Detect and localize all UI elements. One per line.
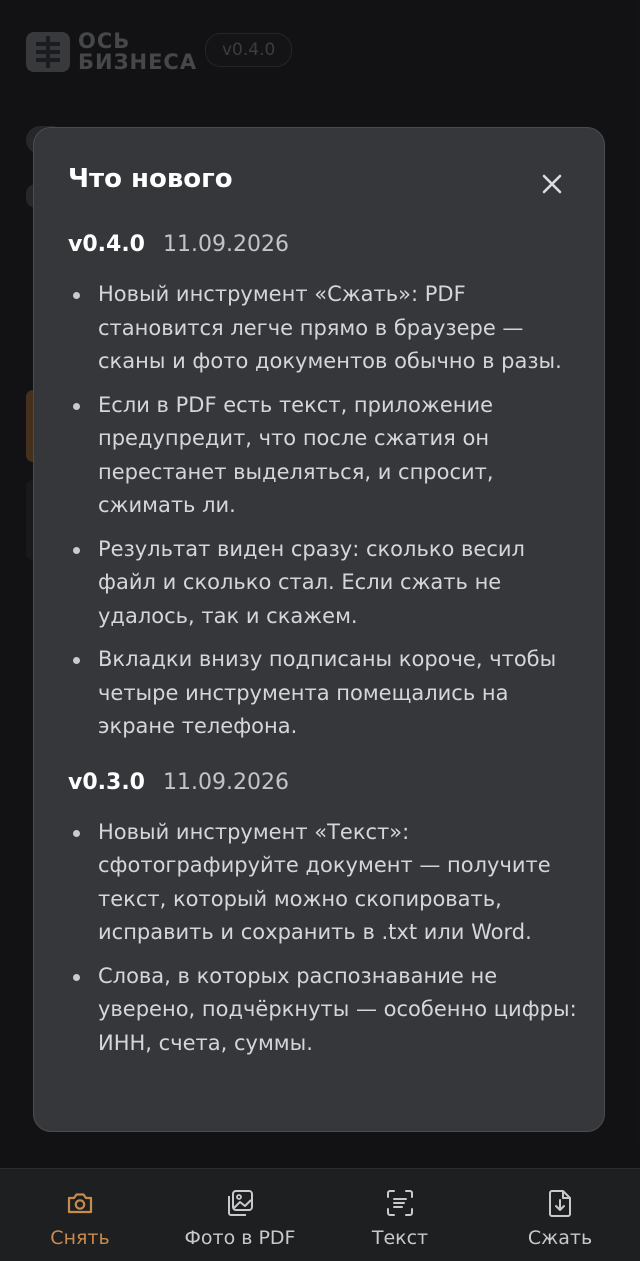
photo-pdf-icon — [228, 1190, 253, 1216]
release-header: v0.4.0 11.09.2026 — [68, 232, 578, 266]
release-header: v0.3.0 11.09.2026 — [68, 770, 578, 804]
nav-label: Текст — [371, 1227, 429, 1249]
compress-file-icon — [549, 1190, 571, 1217]
nav-item-compress[interactable]: Сжать — [480, 1169, 640, 1261]
release-note: Результат виден сразу: сколько весил фай… — [68, 533, 578, 634]
nav-label: Сжать — [527, 1227, 593, 1249]
camera-icon — [67, 1193, 93, 1214]
bottom-nav: Снять Фото в PDF Текст Сжать — [0, 1168, 640, 1261]
release-version: v0.3.0 — [68, 769, 145, 795]
release-notes: Новый инструмент «Текст»: сфотографируйт… — [68, 816, 578, 1061]
nav-item-photo-pdf[interactable]: Фото в PDF — [160, 1169, 320, 1261]
whats-new-dialog: Что нового v0.4.0 11.09.2026 Новый инстр… — [33, 127, 605, 1132]
release-note: Новый инструмент «Сжать»: PDF становится… — [68, 278, 578, 379]
nav-label: Снять — [50, 1227, 110, 1249]
nav-item-text[interactable]: Текст — [320, 1169, 480, 1261]
release-note: Если в PDF есть текст, приложение предуп… — [68, 389, 578, 523]
release-note: Вкладки внизу подписаны короче, чтобы че… — [68, 643, 578, 744]
release-entry: v0.3.0 11.09.2026 Новый инструмент «Текс… — [68, 770, 578, 1061]
release-note: Новый инструмент «Текст»: сфотографируйт… — [68, 816, 578, 950]
release-date: 11.09.2026 — [162, 769, 289, 795]
nav-label: Фото в PDF — [184, 1227, 296, 1249]
changelog: v0.4.0 11.09.2026 Новый инструмент «Сжат… — [68, 232, 578, 1086]
release-date: 11.09.2026 — [162, 232, 289, 257]
nav-item-capture[interactable]: Снять — [0, 1169, 160, 1261]
release-entry: v0.4.0 11.09.2026 Новый инструмент «Сжат… — [68, 232, 578, 744]
release-notes: Новый инструмент «Сжать»: PDF становится… — [68, 278, 578, 744]
release-note: Слова, в которых распознавание не уверен… — [68, 960, 578, 1061]
text-scan-icon — [387, 1190, 413, 1216]
modal-title: Что нового — [68, 164, 233, 194]
close-button[interactable] — [534, 166, 570, 202]
release-version: v0.4.0 — [68, 232, 145, 257]
close-icon — [542, 174, 562, 194]
